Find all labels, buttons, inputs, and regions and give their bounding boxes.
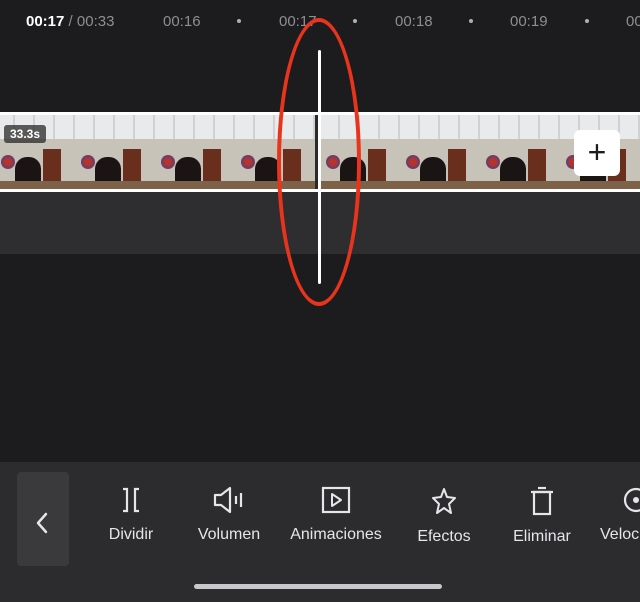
tool-eliminar[interactable]: Eliminar	[504, 486, 580, 556]
clip-thumbnail	[155, 115, 235, 189]
chevron-left-icon	[36, 512, 48, 534]
tick-dot	[237, 19, 241, 23]
tool-label: Dividir	[108, 526, 154, 543]
edit-toolbar: Dividir Volumen Animaciones Efectos Elim…	[0, 462, 640, 602]
red-annotation-ellipse	[277, 18, 361, 306]
clip-thumbnail	[480, 115, 560, 189]
add-clip-button[interactable]: +	[574, 130, 620, 176]
clip-thumbnail	[400, 115, 480, 189]
time-separator: /	[64, 13, 77, 30]
current-time: 00:17	[26, 13, 65, 30]
total-time: 00:33	[76, 13, 115, 30]
tick-dot	[585, 19, 589, 23]
tool-dividir[interactable]: Dividir	[96, 486, 166, 556]
tool-label: Veloc	[600, 526, 640, 543]
tick-label: 00:18	[395, 13, 433, 30]
back-button[interactable]	[17, 472, 69, 566]
speed-icon	[623, 487, 640, 513]
volume-icon	[213, 486, 243, 514]
tool-label: Eliminar	[513, 528, 571, 545]
play-box-icon	[321, 486, 351, 514]
clip-thumbnail	[75, 115, 155, 189]
home-indicator[interactable]	[194, 584, 442, 589]
tool-label: Animaciones	[290, 526, 382, 543]
sparkle-icon	[432, 488, 456, 514]
clip-duration-badge: 33.3s	[4, 125, 47, 143]
trash-icon	[531, 486, 553, 516]
tool-volumen[interactable]: Volumen	[188, 486, 270, 556]
tick-label: 00:16	[163, 13, 201, 30]
split-icon	[123, 487, 139, 513]
tick-dot	[353, 19, 357, 23]
tool-velocidad[interactable]: Veloc	[598, 486, 640, 556]
tool-label: Volumen	[197, 526, 261, 543]
time-readout: 00:17 / 00:33	[26, 13, 114, 30]
tool-efectos[interactable]: Efectos	[409, 486, 479, 556]
tick-label: 00:	[626, 13, 640, 30]
tick-dot	[469, 19, 473, 23]
tick-label: 00:19	[510, 13, 548, 30]
tool-animaciones[interactable]: Animaciones	[281, 486, 391, 556]
tool-label: Efectos	[417, 528, 471, 545]
